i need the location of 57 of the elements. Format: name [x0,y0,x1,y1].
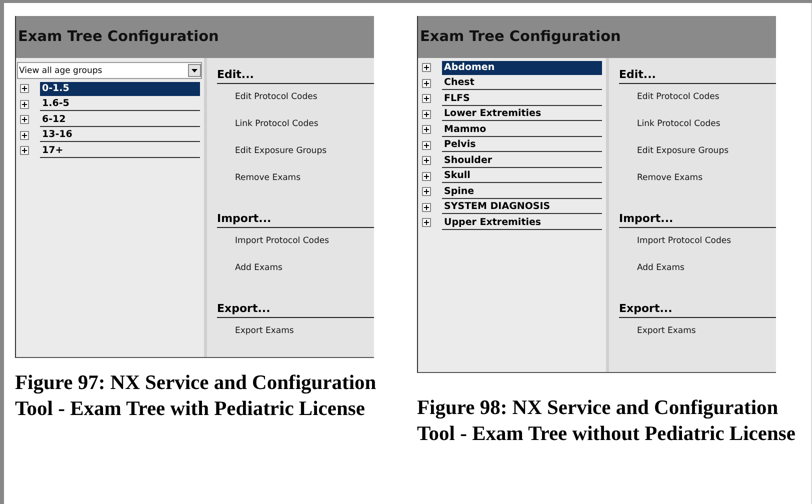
section-heading: Edit... [619,68,776,84]
age-group-dropdown[interactable]: View all age groups [17,62,202,79]
figure-caption: Figure 97: NX Service and Configuration Tool - Exam Tree with Pediatric License [15,371,378,422]
window-title: Exam Tree Configuration [18,29,219,45]
tree-item[interactable]: 13-16 [40,128,200,142]
tree-item[interactable]: Pelvis [442,138,602,152]
action-link[interactable]: Edit Protocol Codes [217,92,318,119]
tree-item[interactable]: Upper Extremities [442,216,602,230]
expand-icon[interactable] [422,94,431,104]
expand-icon[interactable] [422,172,431,181]
expand-icon[interactable] [20,84,29,94]
tree-item[interactable]: 6-12 [40,112,200,127]
expand-icon[interactable] [422,202,431,212]
expand-icon[interactable] [20,115,29,124]
expand-icon[interactable] [20,130,29,140]
figure-caption: Figure 98: NX Service and Configuration Tool - Exam Tree without Pediatric License [417,396,796,447]
action-link[interactable]: Import Protocol Codes [217,236,330,263]
section-heading: Export... [217,302,374,318]
action-link[interactable]: Remove Exams [217,173,301,200]
expand-icon[interactable] [422,63,431,72]
tree-item[interactable]: Spine [442,184,602,199]
expand-icon[interactable] [20,146,29,156]
tree-item[interactable]: Abdomen [442,60,602,75]
section-heading: Import... [619,212,776,228]
action-link[interactable]: Remove Exams [619,173,703,200]
expand-icon[interactable] [422,187,431,196]
tree-item[interactable]: SYSTEM DIAGNOSIS [442,200,602,214]
section-heading: Edit... [217,68,374,84]
action-link[interactable]: Edit Protocol Codes [619,92,720,119]
action-link[interactable]: Link Protocol Codes [619,119,720,146]
tree-item[interactable]: Mammo [442,122,602,137]
expand-icon[interactable] [422,110,431,119]
tree-item[interactable]: Chest [442,76,602,90]
expand-icon[interactable] [422,78,431,88]
tree-item[interactable]: Lower Extremities [442,107,602,122]
action-link[interactable]: Import Protocol Codes [619,236,732,263]
tree-item[interactable]: 0-1.5 [40,82,200,96]
tree-item[interactable]: 1.6-5 [40,97,200,112]
section-heading: Import... [217,212,374,228]
expand-icon[interactable] [422,125,431,134]
action-link[interactable]: Export Exams [217,326,294,353]
action-link[interactable]: Add Exams [217,263,282,290]
window-title: Exam Tree Configuration [420,29,621,45]
action-link[interactable]: Edit Exposure Groups [619,146,729,173]
tree-item[interactable]: Skull [442,169,602,184]
tree-item[interactable]: FLFS [442,92,602,106]
expand-icon[interactable] [20,100,29,109]
expand-icon[interactable] [422,140,431,150]
tree-item[interactable]: 17+ [40,144,200,158]
tree-item[interactable]: Shoulder [442,154,602,168]
section-heading: Export... [619,302,776,318]
action-link[interactable]: Export Exams [619,326,696,353]
action-link[interactable]: Add Exams [619,263,684,290]
action-link[interactable]: Link Protocol Codes [217,119,318,146]
expand-icon[interactable] [422,156,431,166]
expand-icon[interactable] [422,218,431,228]
action-link[interactable]: Edit Exposure Groups [217,146,327,173]
